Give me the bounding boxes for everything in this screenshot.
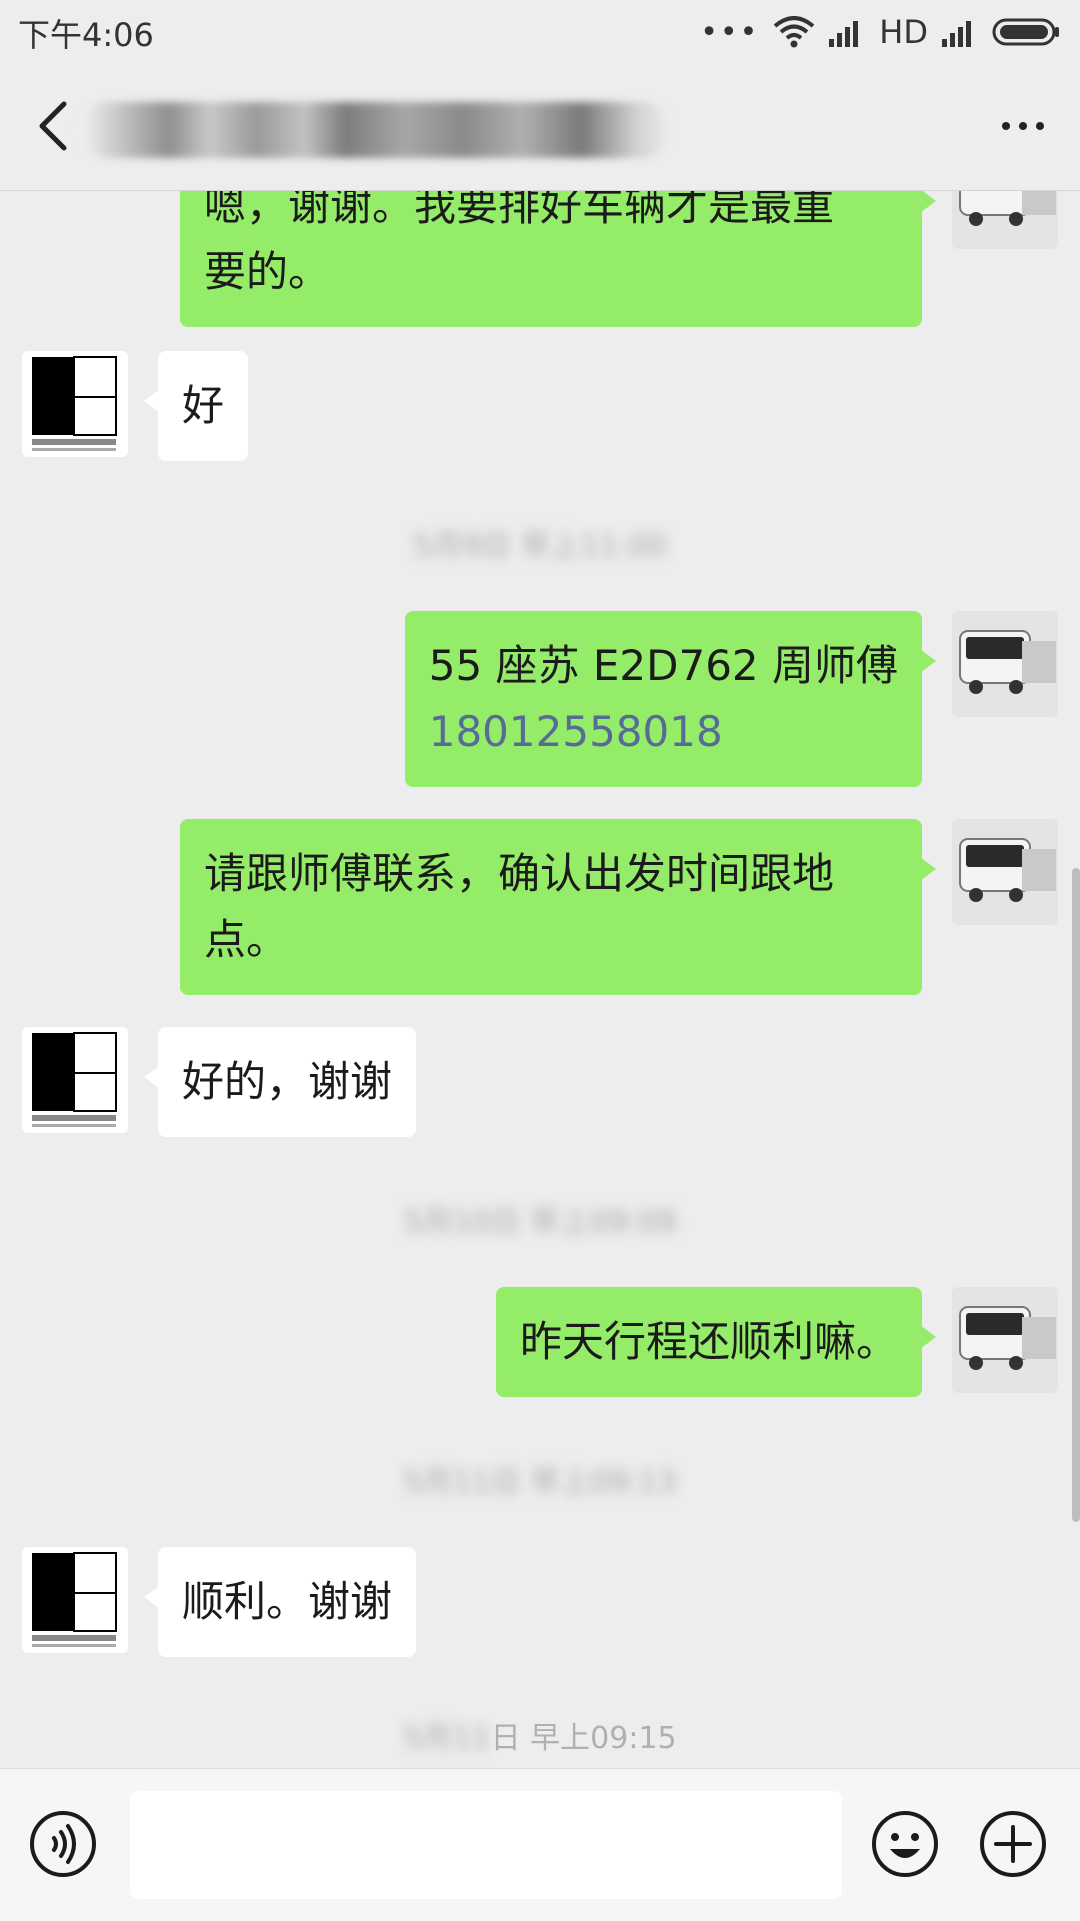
notification-dots-icon: ••• <box>700 14 760 50</box>
bus-avatar-image <box>952 819 1058 925</box>
more-icon[interactable] <box>988 106 1058 146</box>
avatar-other[interactable] <box>22 1027 128 1133</box>
phone-link[interactable]: 18012558018 <box>429 699 898 765</box>
signal-icon-2 <box>942 21 971 47</box>
message-bubble-self[interactable]: 昨天行程还顺利嘛。 <box>495 1287 937 1397</box>
timestamp: 5月9日 早上11:00 <box>412 529 668 564</box>
message-bubble-other[interactable]: 顺利。谢谢 <box>143 1547 417 1657</box>
emoji-icon[interactable] <box>870 1809 940 1879</box>
message-bubble-self[interactable]: 嗯，谢谢。我要排好车辆才是最重 要的。 <box>180 191 936 327</box>
voice-icon[interactable] <box>28 1809 98 1879</box>
message-input[interactable] <box>130 1791 842 1899</box>
input-bar <box>0 1768 1080 1921</box>
message-list[interactable]: 嗯，谢谢。我要排好车辆才是最重 要的。 好 5月9日 早上11:00 55 座苏… <box>0 191 1080 1768</box>
status-bar: 下午4:06 ••• HD <box>0 0 1080 62</box>
timestamp: 5月10日 早上09:09 <box>403 1205 677 1240</box>
message-bubble-other[interactable]: 好的，谢谢 <box>143 1027 417 1137</box>
battery-icon <box>992 18 1059 46</box>
avatar-self[interactable] <box>952 819 1058 925</box>
network-label: HD <box>879 13 928 51</box>
timestamp: 5月11日 早上09:15 <box>403 1721 677 1756</box>
bus-avatar-image <box>952 1287 1058 1393</box>
chat-header <box>0 62 1080 191</box>
avatar-other[interactable] <box>22 351 128 457</box>
avatar-other[interactable] <box>22 1547 128 1653</box>
logo-avatar-image <box>22 351 128 457</box>
signal-icon <box>829 21 859 47</box>
chat-title-blurred <box>80 102 670 158</box>
status-icons: ••• HD <box>700 12 1062 52</box>
bus-avatar-image <box>952 191 1058 249</box>
avatar-self[interactable] <box>952 191 1058 249</box>
bus-avatar-image <box>952 611 1058 717</box>
avatar-self[interactable] <box>952 611 1058 717</box>
message-bubble-other[interactable]: 好 <box>143 351 249 461</box>
avatar-self[interactable] <box>952 1287 1058 1393</box>
timestamp: 5月11日 早上09:13 <box>403 1465 677 1500</box>
wifi-icon <box>774 16 815 48</box>
status-time: 下午4:06 <box>18 16 154 54</box>
message-bubble-self[interactable]: 请跟师傅联系，确认出发时间跟地 点。 <box>180 819 936 995</box>
back-icon[interactable] <box>30 98 80 154</box>
logo-avatar-image <box>22 1547 128 1653</box>
scrollbar[interactable] <box>1072 868 1080 1522</box>
message-bubble-self[interactable]: 55 座苏 E2D762 周师傅 18012558018 <box>404 611 937 787</box>
plus-icon[interactable] <box>978 1809 1048 1879</box>
logo-avatar-image <box>22 1027 128 1133</box>
